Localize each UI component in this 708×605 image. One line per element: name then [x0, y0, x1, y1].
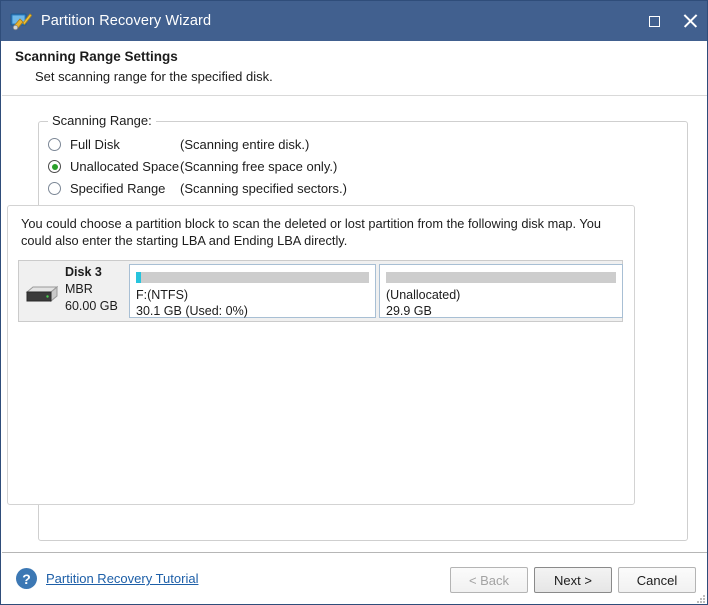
window-title: Partition Recovery Wizard — [41, 13, 212, 29]
disk-scheme: MBR — [65, 282, 93, 296]
partition-recovery-wizard-window: Partition Recovery Wizard Scanning Range… — [0, 0, 708, 605]
scanning-range-group-label: Scanning Range: — [48, 113, 156, 128]
partition-block-f-ntfs[interactable]: F:(NTFS) 30.1 GB (Used: 0%) — [129, 264, 376, 318]
question-mark-icon[interactable]: ? — [16, 568, 37, 589]
partition-detail-1: 30.1 GB (Used: 0%) — [136, 304, 248, 318]
page-title: Scanning Range Settings — [15, 49, 178, 64]
back-button[interactable]: < Back — [450, 567, 528, 593]
radio-indicator-specified-range — [48, 182, 61, 195]
partition-title-1: F:(NTFS) — [136, 288, 189, 302]
radio-hint-full-disk: (Scanning entire disk.) — [180, 137, 310, 152]
partition-label-1: F:(NTFS) 30.1 GB (Used: 0%) — [136, 287, 248, 319]
disk-text-block: Disk 3 MBR 60.00 GB — [65, 264, 118, 315]
partition-usage-bar-2 — [386, 272, 616, 283]
page-header: Scanning Range Settings Set scanning ran… — [2, 41, 707, 96]
dialog-footer: ? Partition Recovery Tutorial < Back Nex… — [2, 552, 707, 604]
disk-map-panel: You could choose a partition block to sc… — [7, 205, 635, 505]
maximize-icon — [648, 15, 660, 27]
radio-label-full-disk: Full Disk — [70, 137, 120, 152]
partition-usage-fill-1 — [136, 272, 141, 283]
maximize-button[interactable] — [637, 1, 671, 41]
radio-indicator-unallocated-space — [48, 160, 61, 173]
disk-name: Disk 3 — [65, 265, 102, 279]
title-bar: Partition Recovery Wizard — [1, 1, 707, 41]
radio-option-specified-range[interactable]: Specified Range (Scanning specified sect… — [48, 181, 347, 196]
next-button[interactable]: Next > — [534, 567, 612, 593]
close-button[interactable] — [671, 1, 707, 41]
partition-recovery-tutorial-link[interactable]: Partition Recovery Tutorial — [46, 571, 198, 586]
radio-label-unallocated-space: Unallocated Space — [70, 159, 180, 174]
radio-label-specified-range: Specified Range — [70, 181, 166, 196]
radio-hint-specified-range: (Scanning specified sectors.) — [180, 181, 347, 196]
close-icon — [683, 14, 697, 28]
disk-info: Disk 3 MBR 60.00 GB — [19, 261, 129, 321]
radio-indicator-full-disk — [48, 138, 61, 151]
disk-map-instructions: You could choose a partition block to sc… — [21, 216, 602, 248]
radio-hint-unallocated-space: (Scanning free space only.) — [180, 159, 338, 174]
partition-title-2: (Unallocated) — [386, 288, 461, 302]
partition-wizard-icon — [10, 10, 33, 32]
dialog-body: Scanning Range: Full Disk (Scanning enti… — [2, 97, 707, 551]
partition-label-2: (Unallocated) 29.9 GB — [386, 287, 460, 319]
partition-usage-bar-1 — [136, 272, 369, 283]
partition-block-unallocated[interactable]: (Unallocated) 29.9 GB — [379, 264, 623, 318]
hard-disk-icon — [24, 285, 59, 304]
page-subtitle: Set scanning range for the specified dis… — [35, 69, 273, 84]
partition-detail-2: 29.9 GB — [386, 304, 432, 318]
disk-map-row: Disk 3 MBR 60.00 GB F:(NTFS) 30.1 GB (Us… — [18, 260, 623, 322]
radio-option-full-disk[interactable]: Full Disk (Scanning entire disk.) — [48, 137, 309, 152]
resize-grip[interactable] — [693, 591, 705, 603]
disk-capacity: 60.00 GB — [65, 299, 118, 313]
cancel-button[interactable]: Cancel — [618, 567, 696, 593]
radio-option-unallocated-space[interactable]: Unallocated Space (Scanning free space o… — [48, 159, 337, 174]
window-controls — [637, 1, 707, 41]
